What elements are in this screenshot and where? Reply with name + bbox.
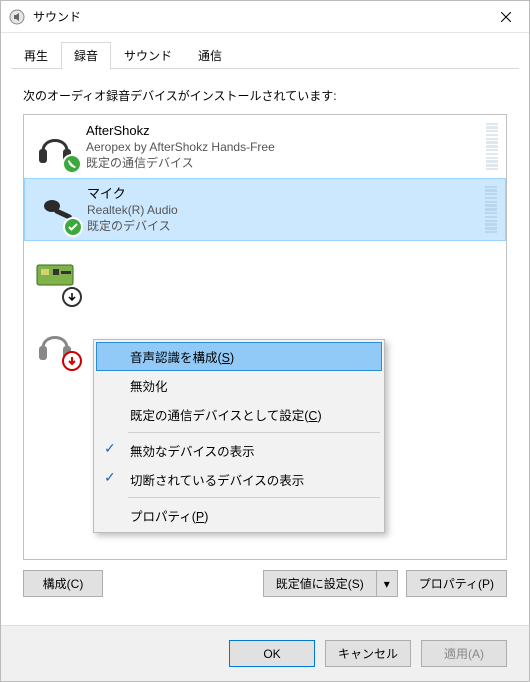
properties-button[interactable]: プロパティ(P)	[406, 570, 507, 597]
check-badge	[63, 217, 83, 237]
tab-bar: 再生 録音 サウンド 通信	[1, 33, 529, 69]
dialog-footer: OK キャンセル 適用(A)	[1, 625, 529, 681]
close-button[interactable]	[483, 1, 529, 33]
phone-badge	[62, 154, 82, 174]
ctx-configure-speech[interactable]: 音声認識を構成(S)	[96, 342, 382, 371]
device-item-soundcard[interactable]	[24, 241, 506, 311]
window-title: サウンド	[33, 8, 483, 25]
sound-icon	[9, 9, 25, 25]
level-meter	[486, 123, 498, 171]
headset-icon	[30, 319, 80, 369]
tab-playback[interactable]: 再生	[11, 42, 61, 70]
instruction-text: 次のオーディオ録音デバイスがインストールされています:	[23, 87, 507, 104]
ctx-show-disabled[interactable]: ✓ 無効なデバイスの表示	[96, 436, 382, 465]
check-icon: ✓	[104, 440, 116, 457]
device-desc: Realtek(R) Audio	[87, 202, 481, 218]
check-icon: ✓	[104, 469, 116, 486]
ctx-properties[interactable]: プロパティ(P)	[96, 501, 382, 530]
set-default-button[interactable]: 既定値に設定(S)	[263, 570, 376, 597]
ctx-show-disconnected[interactable]: ✓ 切断されているデバイスの表示	[96, 465, 382, 494]
set-default-splitbutton[interactable]: 既定値に設定(S) ▾	[263, 570, 398, 597]
ctx-set-default-comm[interactable]: 既定の通信デバイスとして設定(C)	[96, 400, 382, 429]
tab-sounds[interactable]: サウンド	[111, 42, 185, 70]
device-item-mic[interactable]: マイク Realtek(R) Audio 既定のデバイス	[24, 178, 506, 241]
device-status: 既定のデバイス	[87, 218, 481, 234]
titlebar: サウンド	[1, 1, 529, 33]
device-name: AfterShokz	[86, 122, 482, 140]
arrow-down-badge	[62, 287, 82, 307]
cancel-button[interactable]: キャンセル	[325, 640, 411, 667]
headset-icon	[30, 122, 80, 172]
set-default-dropdown[interactable]: ▾	[376, 570, 398, 597]
tab-recording[interactable]: 録音	[61, 42, 111, 70]
ctx-disable[interactable]: 無効化	[96, 371, 382, 400]
mic-icon	[31, 185, 81, 235]
red-arrow-badge	[62, 351, 82, 371]
context-menu: 音声認識を構成(S) 無効化 既定の通信デバイスとして設定(C) ✓ 無効なデバ…	[93, 339, 385, 533]
level-meter	[485, 186, 497, 234]
device-status: 既定の通信デバイス	[86, 155, 482, 171]
device-name: マイク	[87, 185, 481, 203]
tab-communications[interactable]: 通信	[185, 42, 235, 70]
soundcard-icon	[30, 251, 80, 301]
configure-button[interactable]: 構成(C)	[23, 570, 103, 597]
device-desc: Aeropex by AfterShokz Hands-Free	[86, 139, 482, 155]
ok-button[interactable]: OK	[229, 640, 315, 667]
apply-button[interactable]: 適用(A)	[421, 640, 507, 667]
device-item-aftershokz[interactable]: AfterShokz Aeropex by AfterShokz Hands-F…	[24, 115, 506, 178]
